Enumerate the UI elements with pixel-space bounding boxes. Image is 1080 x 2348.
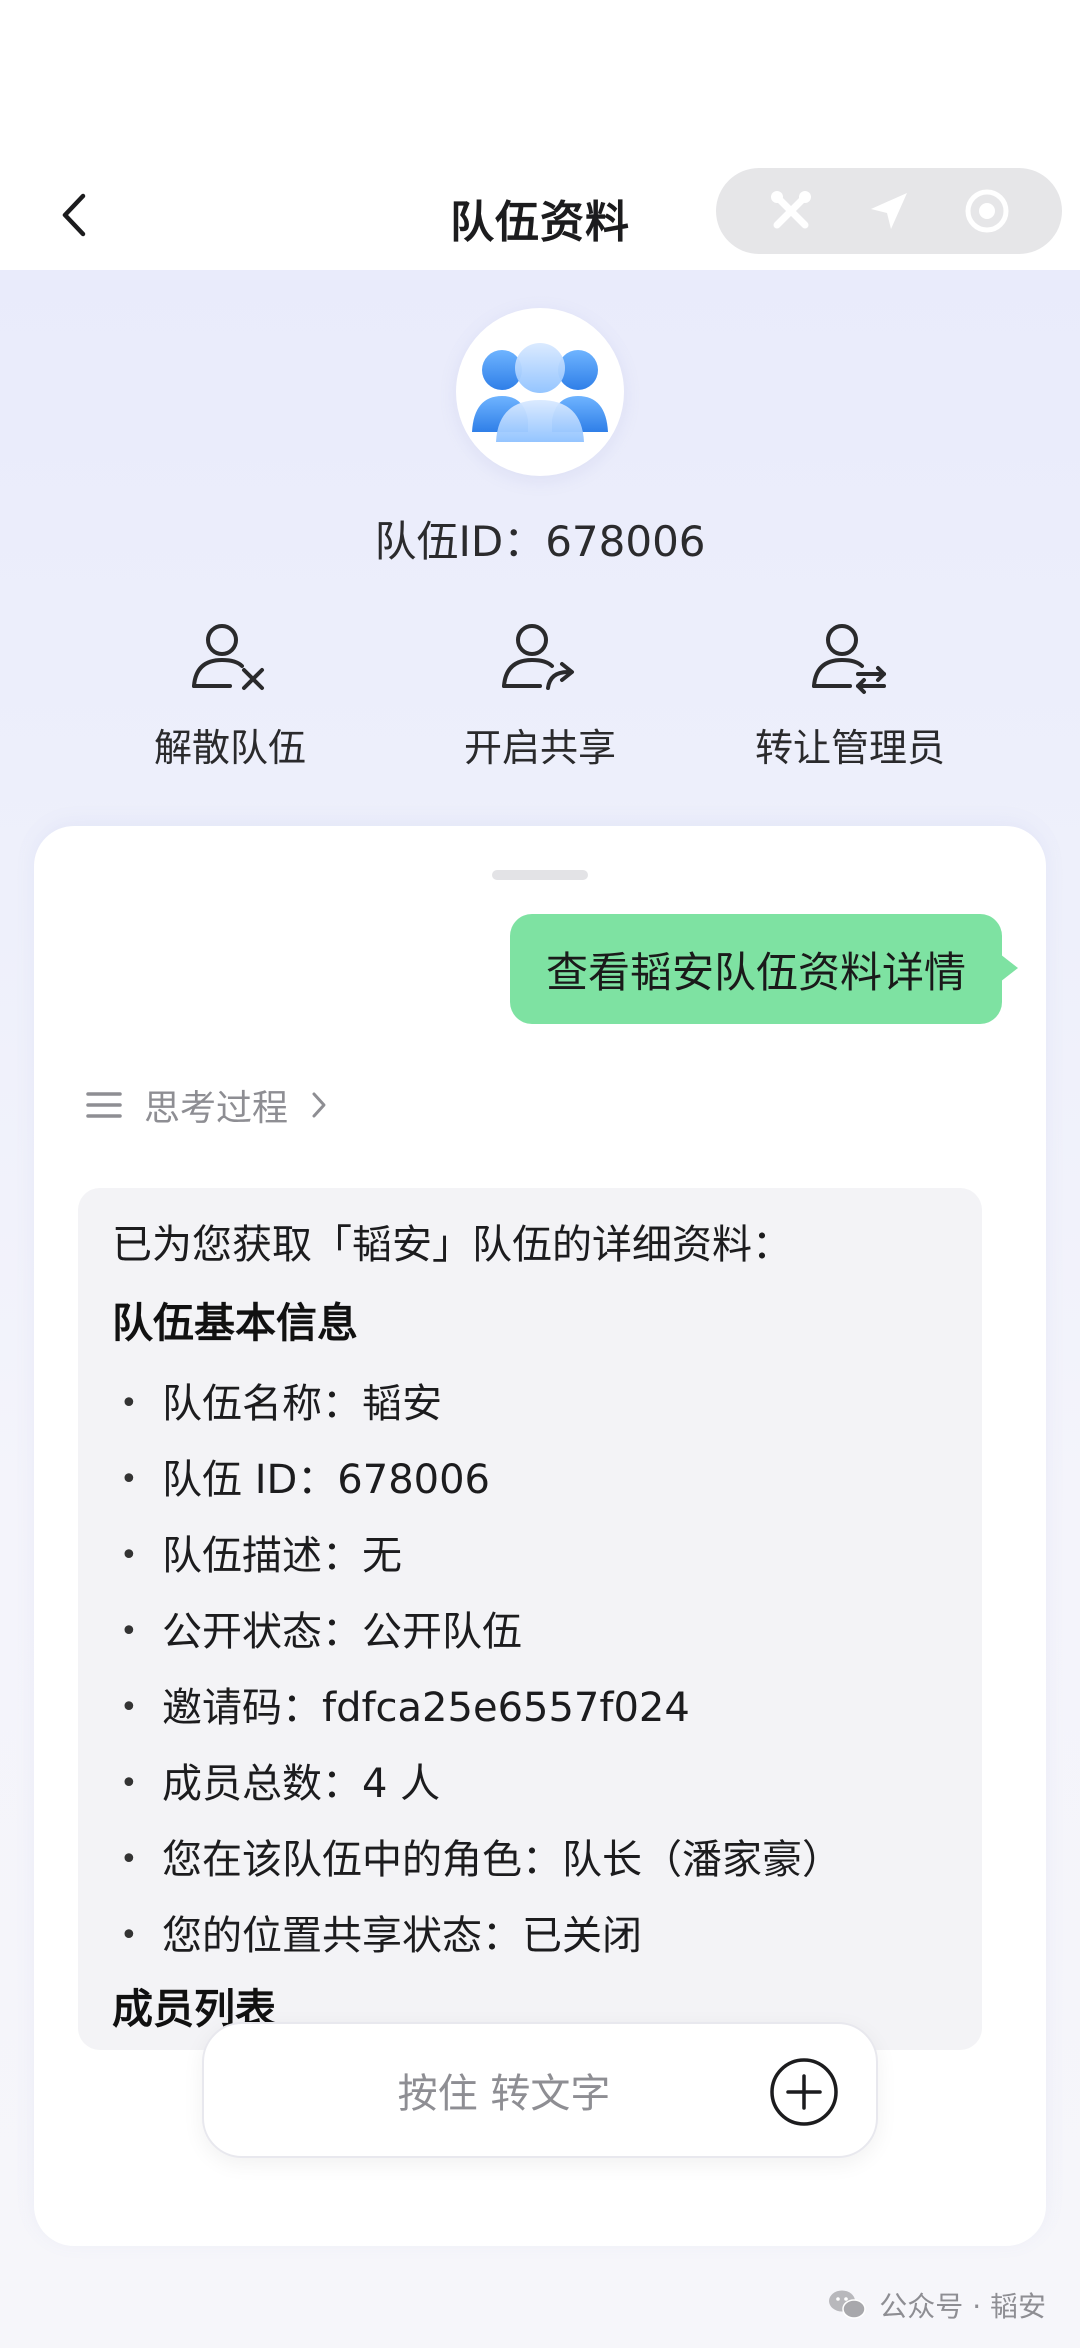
- disband-team-label: 解散队伍: [153, 726, 306, 770]
- ai-intro-text: 已为您获取「韬安」队伍的详细资料：: [112, 1222, 792, 1268]
- share-team-icon: [495, 612, 585, 701]
- chevron-right-icon: [312, 1092, 326, 1118]
- target-circle-icon: [965, 189, 1009, 233]
- basic-info-list: 队伍名称：韬安 队伍 ID：678006 队伍描述：无 公开状态：公开队伍 邀请…: [112, 1366, 948, 1974]
- transfer-admin-button[interactable]: 转让管理员: [700, 612, 1000, 772]
- user-message-bubble: 查看韬安队伍资料详情: [509, 914, 1019, 1024]
- status-area: [0, 0, 1080, 160]
- section-title-basic: 队伍基本信息: [112, 1299, 358, 1347]
- menu-lines-icon: [86, 1092, 122, 1118]
- voice-input-bar[interactable]: 按住 转文字: [202, 2022, 878, 2158]
- top-nav-bar: 队伍资料: [0, 160, 1080, 270]
- watermark: 公众号 · 韬安: [827, 2280, 1046, 2330]
- share-team-label: 开启共享: [463, 726, 616, 770]
- mini-program-capsule: [716, 168, 1062, 254]
- list-item: 队伍名称：韬安: [112, 1366, 948, 1442]
- thinking-process-label: 思考过程: [144, 1088, 289, 1129]
- thinking-process-toggle[interactable]: 思考过程: [86, 1080, 328, 1130]
- list-item: 您的位置共享状态：已关闭: [112, 1898, 948, 1974]
- team-group-icon: [472, 343, 608, 442]
- tools-button[interactable]: [756, 176, 826, 246]
- location-arrow-icon: [871, 193, 907, 229]
- transfer-admin-icon: [805, 612, 895, 701]
- list-item: 队伍 ID：678006: [112, 1442, 948, 1518]
- disband-team-button[interactable]: 解散队伍: [80, 612, 380, 772]
- ai-response-bubble: 已为您获取「韬安」队伍的详细资料： 队伍基本信息 队伍名称：韬安 队伍 ID：6…: [78, 1188, 982, 2050]
- close-miniprogram-button[interactable]: [952, 176, 1022, 246]
- list-item: 成员总数：4 人: [112, 1746, 948, 1822]
- transfer-admin-label: 转让管理员: [754, 726, 945, 770]
- watermark-text: 公众号 · 韬安: [879, 2290, 1046, 2323]
- team-avatar: [456, 308, 624, 476]
- disband-team-icon: [185, 612, 275, 701]
- list-item: 邀请码：fdfca25e6557f024: [112, 1670, 948, 1746]
- team-actions: 解散队伍 开启共享 转让管理员: [80, 612, 1000, 772]
- wechat-icon: [829, 2290, 867, 2319]
- share-team-button[interactable]: 开启共享: [390, 612, 690, 772]
- plus-circle-icon[interactable]: [768, 2056, 840, 2128]
- list-item: 您在该队伍中的角色：队长（潘家豪）: [112, 1822, 948, 1898]
- tools-icon: [771, 191, 811, 229]
- hold-to-speak-label: 按住 转文字: [397, 2071, 611, 2117]
- list-item: 队伍描述：无: [112, 1518, 948, 1594]
- list-item: 公开状态：公开队伍: [112, 1594, 948, 1670]
- drag-handle[interactable]: [492, 870, 588, 880]
- location-button[interactable]: [854, 176, 924, 246]
- team-id-label: 队伍ID：678006: [374, 517, 706, 566]
